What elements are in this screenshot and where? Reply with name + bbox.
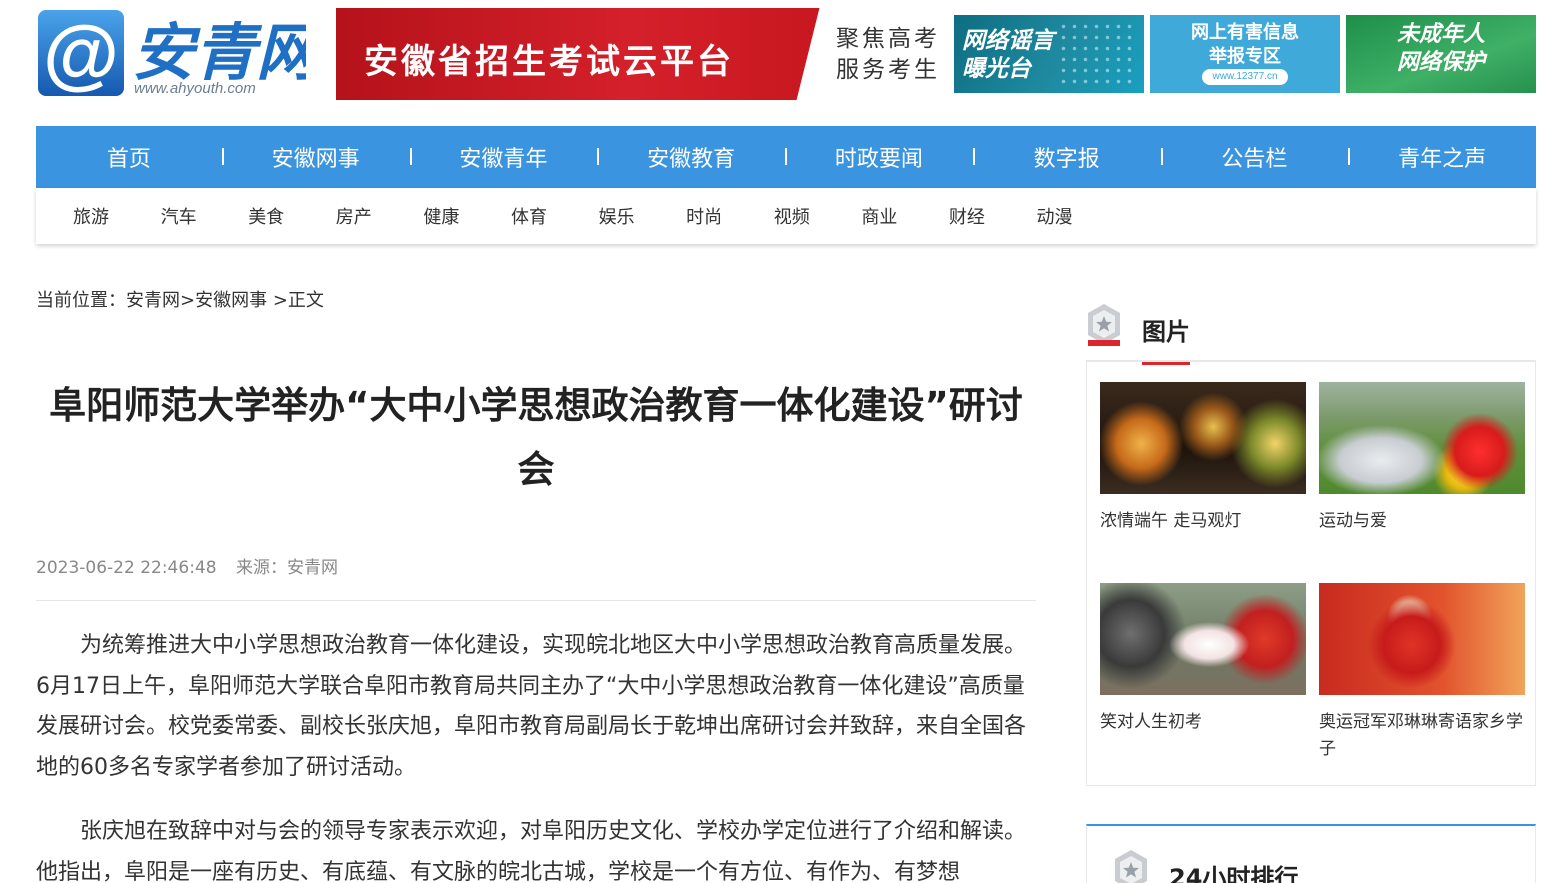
picture-caption: 浓情端午 走马观灯 — [1100, 511, 1242, 531]
report-banner-text: 网上有害信息 举报专区 — [1150, 21, 1340, 69]
subnav-item-finance[interactable]: 财经 — [949, 203, 1037, 229]
article-meta: 2023-06-22 22:46:48 来源：安青网 — [36, 553, 338, 578]
subnav-item-business[interactable]: 商业 — [861, 203, 949, 229]
exam-platform-banner[interactable]: 安徽省招生考试云平台 聚焦高考 服务考生 — [336, 8, 946, 100]
svg-text:安青网: 安青网 — [132, 16, 306, 89]
meta-divider — [36, 600, 1036, 601]
ranking-section-title: 24小时排行 — [1169, 864, 1299, 883]
article-source: 来源：安青网 — [235, 558, 338, 578]
rumor-banner-line2: 曝光台 — [962, 56, 1031, 82]
svg-text:@: @ — [43, 9, 119, 97]
breadcrumb-separator: > — [267, 290, 288, 311]
minor-banner-line1: 未成年人 — [1396, 22, 1485, 47]
subnav-item-video[interactable]: 视频 — [774, 203, 862, 229]
article-paragraph: 张庆旭在致辞中对与会的领导专家表示欢迎，对阜阳历史文化、学校办学定位进行了介绍和… — [36, 819, 1027, 883]
sports-field-photo — [1319, 382, 1525, 494]
report-banner-url: www.12377.cn — [1202, 69, 1288, 85]
nav-item-home[interactable]: 首页 — [36, 141, 222, 173]
nav-item-bulletin[interactable]: 公告栏 — [1160, 141, 1349, 173]
report-banner-line1: 网上有害信息 — [1191, 22, 1299, 43]
exam-banner-slogan-line2: 服务考生 — [836, 57, 940, 83]
olympic-champion-photo — [1319, 583, 1525, 695]
rumor-banner-line1: 网络谣言 — [962, 28, 1054, 54]
picture-card[interactable]: 运动与爱 — [1319, 382, 1525, 535]
nav-item-digital-paper[interactable]: 数字报 — [972, 141, 1161, 173]
subnav-item-food[interactable]: 美食 — [248, 203, 336, 229]
report-banner-line2: 举报专区 — [1209, 46, 1281, 67]
ranking-section: 24小时排行 — [1086, 824, 1536, 883]
pictures-section-header: 图片 — [1086, 302, 1536, 365]
minor-banner-line2: 网络保护 — [1396, 50, 1485, 75]
nav-item-anhui-news[interactable]: 安徽网事 — [221, 141, 410, 173]
subnav-item-fashion[interactable]: 时尚 — [686, 203, 774, 229]
picture-caption: 笑对人生初考 — [1100, 712, 1202, 732]
subnav-item-health[interactable]: 健康 — [423, 203, 511, 229]
star-hexagon-icon — [1088, 304, 1120, 346]
nav-item-politics[interactable]: 时政要闻 — [785, 141, 973, 173]
subnav-item-sports[interactable]: 体育 — [511, 203, 599, 229]
logo-url: www.ahyouth.com — [134, 80, 256, 97]
rumor-banner-text: 网络谣言 曝光台 — [962, 27, 1054, 83]
sub-navigation: 旅游 汽车 美食 房产 健康 体育 娱乐 时尚 视频 商业 财经 动漫 — [36, 188, 1536, 244]
lantern-photo — [1100, 382, 1306, 494]
article-body: 为统筹推进大中小学思想政治教育一体化建设，实现皖北地区大中小学思想政治教育高质量… — [36, 626, 1036, 883]
subnav-item-entertainment[interactable]: 娱乐 — [599, 203, 687, 229]
nav-item-anhui-youth[interactable]: 安徽青年 — [409, 141, 598, 173]
subnav-item-travel[interactable]: 旅游 — [73, 203, 161, 229]
picture-card[interactable]: 浓情端午 走马观灯 — [1100, 382, 1306, 535]
harmful-info-report-banner[interactable]: 网上有害信息 举报专区 www.12377.cn — [1150, 15, 1340, 93]
breadcrumb-link-section[interactable]: 安徽网事 — [195, 290, 267, 311]
exam-banner-slogan-line1: 聚焦高考 — [836, 26, 940, 52]
pictures-panel: 浓情端午 走马观灯 运动与爱 笑对人生初考 奥运冠军邓琳琳寄语家乡学子 — [1086, 362, 1536, 786]
at-sign-logo-icon: @ 安青网 www.ahyouth.com — [38, 9, 306, 97]
minor-banner-text: 未成年人 网络保护 — [1346, 21, 1536, 77]
minor-protection-banner[interactable]: 未成年人 网络保护 — [1346, 15, 1536, 93]
breadcrumb-separator: > — [180, 290, 196, 311]
breadcrumb: 当前位置：安青网>安徽网事 >正文 — [36, 286, 324, 312]
svg-text:www.ahyouth.com: www.ahyouth.com — [134, 80, 256, 97]
subnav-item-anime[interactable]: 动漫 — [1037, 203, 1125, 229]
main-navigation: 首页 安徽网事 安徽青年 安徽教育 时政要闻 数字报 公告栏 青年之声 — [36, 126, 1536, 188]
breadcrumb-label: 当前位置： — [36, 290, 126, 311]
rumor-exposure-banner[interactable]: 网络谣言 曝光台 — [954, 15, 1144, 93]
logo-name: 安青网 — [132, 16, 306, 89]
students-flowers-photo — [1100, 583, 1306, 695]
breadcrumb-link-site[interactable]: 安青网 — [126, 290, 180, 311]
exam-banner-title: 安徽省招生考试云平台 — [364, 42, 734, 82]
article-datetime: 2023-06-22 22:46:48 — [36, 558, 217, 578]
picture-card[interactable]: 笑对人生初考 — [1100, 583, 1306, 736]
article-title: 阜阳师范大学举办“大中小学思想政治教育一体化建设”研讨会 — [49, 384, 1023, 491]
nav-item-youth-voice[interactable]: 青年之声 — [1348, 141, 1536, 173]
subnav-item-auto[interactable]: 汽车 — [161, 203, 249, 229]
picture-card[interactable]: 奥运冠军邓琳琳寄语家乡学子 — [1319, 583, 1525, 763]
picture-caption: 运动与爱 — [1319, 511, 1387, 531]
article-paragraph: 为统筹推进大中小学思想政治教育一体化建设，实现皖北地区大中小学思想政治教育高质量… — [36, 633, 1027, 780]
nav-item-anhui-education[interactable]: 安徽教育 — [597, 141, 785, 173]
network-dots-graphic — [1058, 21, 1138, 87]
pictures-section-title: 图片 — [1142, 312, 1190, 365]
breadcrumb-current: 正文 — [287, 290, 324, 311]
picture-caption: 奥运冠军邓琳琳寄语家乡学子 — [1319, 712, 1523, 759]
star-hexagon-icon — [1115, 850, 1147, 883]
exam-banner-slogan: 聚焦高考 服务考生 — [836, 24, 940, 86]
subnav-item-realestate[interactable]: 房产 — [336, 203, 424, 229]
